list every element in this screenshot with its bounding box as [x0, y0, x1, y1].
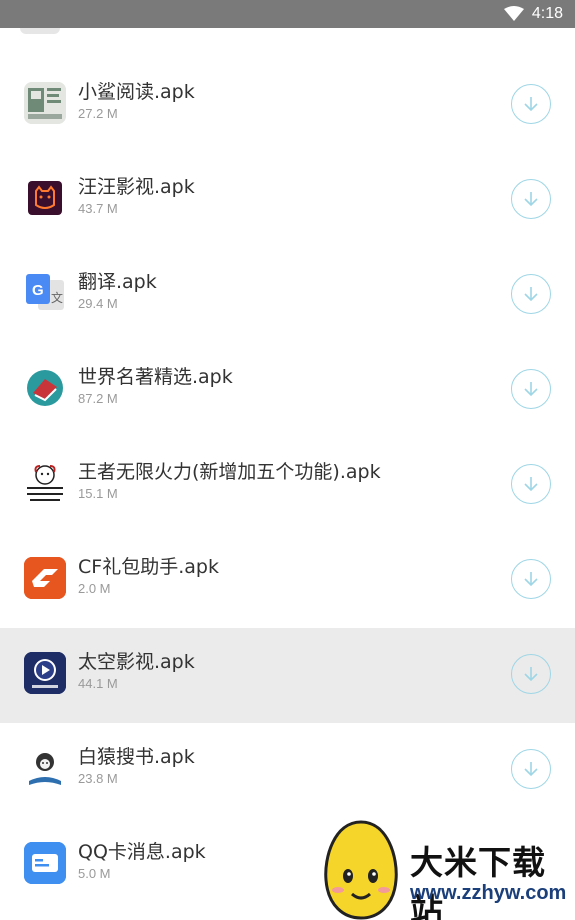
file-size: 44.1 M — [78, 676, 118, 691]
download-button[interactable] — [511, 464, 551, 504]
wifi-icon — [503, 6, 524, 21]
download-arrow-icon — [524, 382, 538, 397]
apk-list: 小鲨阅读.apk 27.2 M 汪汪影视.apk 43.7 M G 文 翻译.a… — [0, 58, 575, 913]
app-name: 世界名著精选.apk — [78, 366, 233, 388]
cf-gift-icon — [24, 557, 66, 599]
download-arrow-icon — [524, 97, 538, 112]
file-size: 15.1 M — [78, 486, 118, 501]
download-button[interactable] — [511, 749, 551, 789]
space-video-icon — [24, 652, 66, 694]
download-button[interactable] — [511, 179, 551, 219]
list-item[interactable]: 小鲨阅读.apk 27.2 M — [0, 58, 575, 153]
app-name: 太空影视.apk — [78, 651, 195, 673]
status-bar: 4:18 — [0, 0, 575, 28]
app-name: 翻译.apk — [78, 271, 157, 293]
google-translate-icon: G 文 — [24, 272, 66, 314]
svg-text:G: G — [32, 282, 44, 299]
meme-icon — [24, 462, 66, 504]
list-item[interactable]: 世界名著精选.apk 87.2 M — [0, 343, 575, 438]
file-size: 27.2 M — [78, 106, 118, 121]
ape-book-search-icon — [24, 747, 66, 789]
download-arrow-icon — [524, 762, 538, 777]
download-button[interactable] — [511, 369, 551, 409]
download-arrow-icon — [524, 572, 538, 587]
app-name: 汪汪影视.apk — [78, 176, 195, 198]
file-size: 23.8 M — [78, 771, 118, 786]
file-size: 43.7 M — [78, 201, 118, 216]
rice-mascot-icon — [324, 820, 398, 920]
classic-books-icon — [24, 367, 66, 409]
file-size: 2.0 M — [78, 581, 111, 596]
list-item[interactable]: 汪汪影视.apk 43.7 M — [0, 153, 575, 248]
svg-text:文: 文 — [51, 290, 63, 305]
app-name: CF礼包助手.apk — [78, 556, 219, 578]
xiaosha-reader-icon — [24, 82, 66, 124]
app-name: 小鲨阅读.apk — [78, 81, 195, 103]
list-item[interactable]: G 文 翻译.apk 29.4 M — [0, 248, 575, 343]
file-size: 29.4 M — [78, 296, 118, 311]
download-button[interactable] — [511, 654, 551, 694]
list-item[interactable]: 太空影视.apk 44.1 M — [0, 628, 575, 723]
app-name: 王者无限火力(新增加五个功能).apk — [78, 461, 381, 483]
app-name: QQ卡消息.apk — [78, 841, 206, 863]
download-button[interactable] — [511, 274, 551, 314]
watermark-title: 大米下载站 — [410, 843, 546, 920]
status-time: 4:18 — [531, 5, 563, 22]
download-arrow-icon — [524, 287, 538, 302]
app-name: 白猿搜书.apk — [78, 746, 195, 768]
previous-item-edge — [20, 28, 60, 34]
watermark: 大米下载站 www.zzhyw.com — [316, 818, 575, 920]
list-item[interactable]: 白猿搜书.apk 23.8 M — [0, 723, 575, 818]
watermark-url: www.zzhyw.com — [410, 882, 567, 904]
download-arrow-icon — [524, 192, 538, 207]
download-button[interactable] — [511, 559, 551, 599]
file-size: 87.2 M — [78, 391, 118, 406]
file-size: 5.0 M — [78, 866, 111, 881]
qq-card-icon — [24, 842, 66, 884]
list-item[interactable]: CF礼包助手.apk 2.0 M — [0, 533, 575, 628]
list-item[interactable]: 王者无限火力(新增加五个功能).apk 15.1 M — [0, 438, 575, 533]
download-button[interactable] — [511, 84, 551, 124]
wangwang-video-icon — [24, 177, 66, 219]
download-arrow-icon — [524, 667, 538, 682]
download-arrow-icon — [524, 477, 538, 492]
